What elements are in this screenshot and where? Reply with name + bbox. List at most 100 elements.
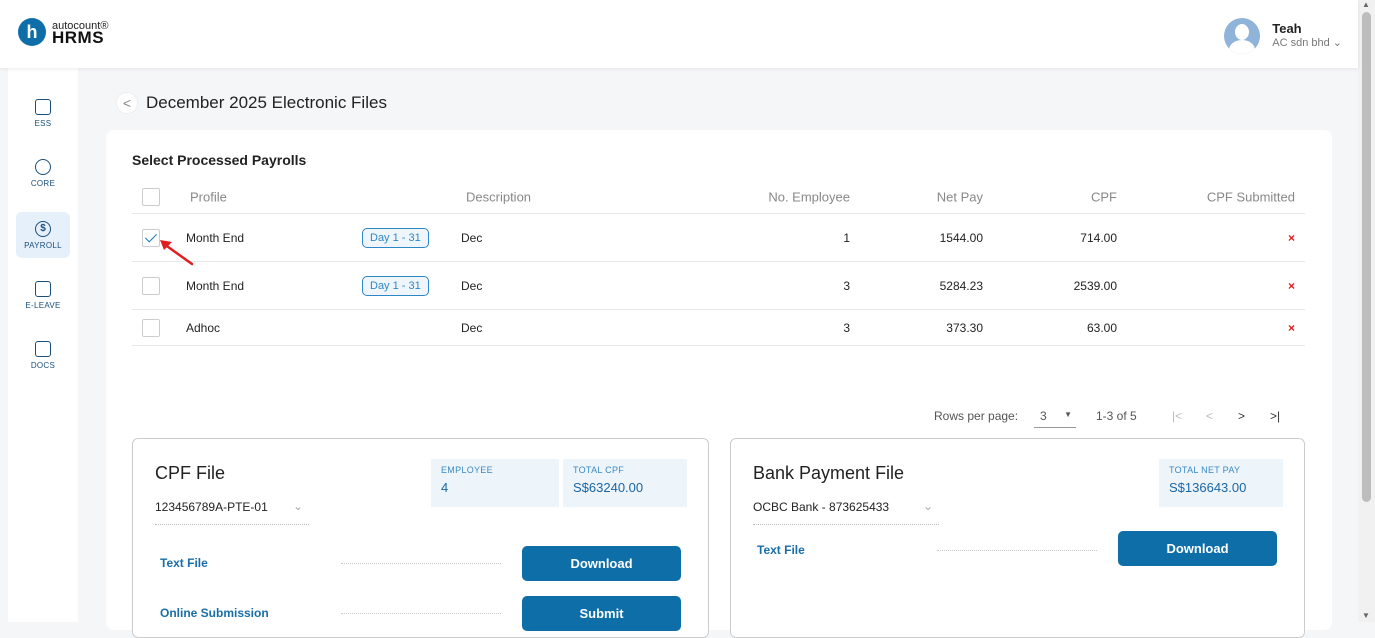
payroll-table: Profile Description No. Employee Net Pay…: [132, 180, 1305, 428]
total-cpf-stat: TOTAL CPF S$63240.00: [563, 459, 687, 507]
document-chart-icon: [35, 340, 51, 357]
page-range: 1-3 of 5: [1096, 409, 1137, 423]
bank-account-value: OCBC Bank - 873625433: [753, 500, 890, 514]
cpf-file-title: CPF File: [155, 463, 226, 483]
row-checkbox[interactable]: [142, 276, 160, 295]
page-scrollbar[interactable]: ▲ ▼: [1358, 0, 1375, 622]
cpf-account-select[interactable]: 123456789A-PTE-01 ⌄: [155, 497, 309, 525]
column-header-profile: Profile: [190, 189, 227, 204]
logo-bottom-text: HRMS: [52, 28, 105, 47]
rows-per-page-select[interactable]: 3 ▼: [1034, 404, 1076, 428]
total-cpf-value: S$63240.00: [573, 480, 644, 495]
total-cpf-label: TOTAL CPF: [573, 465, 625, 475]
scroll-thumb[interactable]: [1362, 12, 1371, 502]
next-page-icon[interactable]: >: [1238, 409, 1245, 423]
row-description: Dec: [461, 230, 483, 245]
row-profile: Adhoc: [186, 320, 221, 335]
total-net-pay-label: TOTAL NET PAY: [1169, 465, 1241, 475]
sidebar-item-ess[interactable]: ESS: [16, 90, 70, 136]
row-description: Dec: [461, 320, 483, 335]
payroll-dollar-icon: $: [35, 220, 51, 237]
rows-per-page-value: 3: [1040, 409, 1047, 423]
user-menu[interactable]: Teah AC sdn bhd ⌄: [1224, 18, 1342, 54]
not-submitted-icon: ×: [1287, 278, 1295, 293]
page-header: < December 2025 Electronic Files: [116, 92, 387, 114]
sidebar-item-docs[interactable]: DOCS: [16, 332, 70, 378]
annotation-arrow-icon: [160, 240, 194, 266]
sidebar: ESS CORE $ PAYROLL E-LEAVE DOCS: [8, 68, 78, 622]
sidebar-item-label: PAYROLL: [24, 240, 62, 250]
rows-per-page-label: Rows per page:: [934, 409, 1019, 423]
main-card: Select Processed Payrolls Profile Descri…: [106, 130, 1332, 638]
dropdown-arrow-icon: ▼: [1064, 410, 1072, 419]
chevron-down-icon: ⌄: [922, 499, 933, 513]
bank-download-button[interactable]: Download: [1118, 531, 1277, 566]
sidebar-item-core[interactable]: CORE: [16, 150, 70, 196]
sidebar-item-label: E-LEAVE: [25, 300, 61, 310]
logo-icon: h: [18, 18, 46, 46]
last-page-icon[interactable]: >|: [1270, 409, 1280, 423]
pagination: Rows per page: 3 ▼ 1-3 of 5 |< < > >|: [132, 408, 1305, 432]
table-row[interactable]: Month End Day 1 - 31 Dec 1 1544.00 714.0…: [132, 214, 1305, 262]
row-net-pay: 5284.23: [939, 278, 983, 293]
row-checkbox[interactable]: [142, 318, 160, 337]
not-submitted-icon: ×: [1287, 320, 1295, 335]
column-header-description: Description: [466, 189, 532, 204]
scroll-down-arrow-icon[interactable]: ▼: [1362, 611, 1370, 620]
period-badge: Day 1 - 31: [362, 227, 429, 248]
row-net-pay: 373.30: [946, 320, 983, 335]
prev-page-icon[interactable]: <: [1206, 409, 1213, 423]
cpf-account-value: 123456789A-PTE-01: [155, 500, 268, 514]
core-icon: [35, 158, 51, 175]
column-header-cpf-submitted: CPF Submitted: [1206, 189, 1295, 204]
row-cpf: 63.00: [1086, 320, 1117, 335]
section-title: Select Processed Payrolls: [132, 152, 307, 168]
cpf-download-button[interactable]: Download: [522, 546, 681, 581]
sidebar-item-eleave[interactable]: E-LEAVE: [16, 272, 70, 318]
row-profile: Month End: [186, 278, 245, 293]
sidebar-item-label: CORE: [30, 178, 56, 188]
ess-icon: [35, 98, 51, 115]
cpf-text-file-label: Text File: [160, 556, 208, 570]
back-button[interactable]: <: [116, 92, 138, 114]
user-name: Teah: [1272, 21, 1302, 36]
column-header-cpf: CPF: [1091, 189, 1117, 204]
total-net-pay-stat: TOTAL NET PAY S$136643.00: [1159, 459, 1283, 507]
first-page-icon[interactable]: |<: [1172, 409, 1182, 423]
not-submitted-icon: ×: [1287, 230, 1295, 245]
period-badge: Day 1 - 31: [362, 275, 429, 296]
select-all-checkbox[interactable]: [142, 187, 160, 206]
row-cpf: 714.00: [1080, 230, 1117, 245]
row-employees: 1: [843, 230, 850, 245]
total-net-pay-value: S$136643.00: [1169, 480, 1247, 495]
table-header: Profile Description No. Employee Net Pay…: [132, 180, 1305, 214]
scroll-up-arrow-icon[interactable]: ▲: [1362, 0, 1370, 9]
sidebar-item-label: ESS: [34, 118, 52, 128]
table-row[interactable]: Adhoc Dec 3 373.30 63.00 ×: [132, 310, 1305, 346]
column-header-employees: No. Employee: [768, 189, 850, 204]
chevron-down-icon: ⌄: [292, 499, 303, 513]
row-cpf: 2539.00: [1073, 278, 1117, 293]
employee-stat: EMPLOYEE 4: [431, 459, 559, 507]
app-logo[interactable]: h autocount® HRMS: [18, 18, 108, 46]
bank-account-select[interactable]: OCBC Bank - 873625433 ⌄: [753, 497, 939, 525]
divider: [341, 613, 501, 614]
row-employees: 3: [843, 278, 850, 293]
company-selector[interactable]: AC sdn bhd ⌄: [1272, 36, 1342, 50]
calendar-icon: [35, 280, 51, 297]
sidebar-item-payroll[interactable]: $ PAYROLL: [16, 212, 70, 258]
row-description: Dec: [461, 278, 483, 293]
bank-text-file-label: Text File: [757, 543, 805, 557]
employee-stat-value: 4: [441, 480, 449, 495]
column-header-net-pay: Net Pay: [936, 189, 983, 204]
online-submission-label: Online Submission: [160, 606, 269, 620]
submit-button[interactable]: Submit: [522, 596, 681, 631]
sidebar-item-label: DOCS: [30, 360, 56, 370]
table-row[interactable]: Month End Day 1 - 31 Dec 3 5284.23 2539.…: [132, 262, 1305, 310]
bank-payment-card: Bank Payment File OCBC Bank - 873625433 …: [730, 438, 1305, 638]
row-employees: 3: [843, 320, 850, 335]
top-bar: h autocount® HRMS Teah AC sdn bhd ⌄: [0, 0, 1358, 68]
row-net-pay: 1544.00: [939, 230, 983, 245]
divider: [341, 563, 501, 564]
avatar: [1224, 18, 1261, 54]
